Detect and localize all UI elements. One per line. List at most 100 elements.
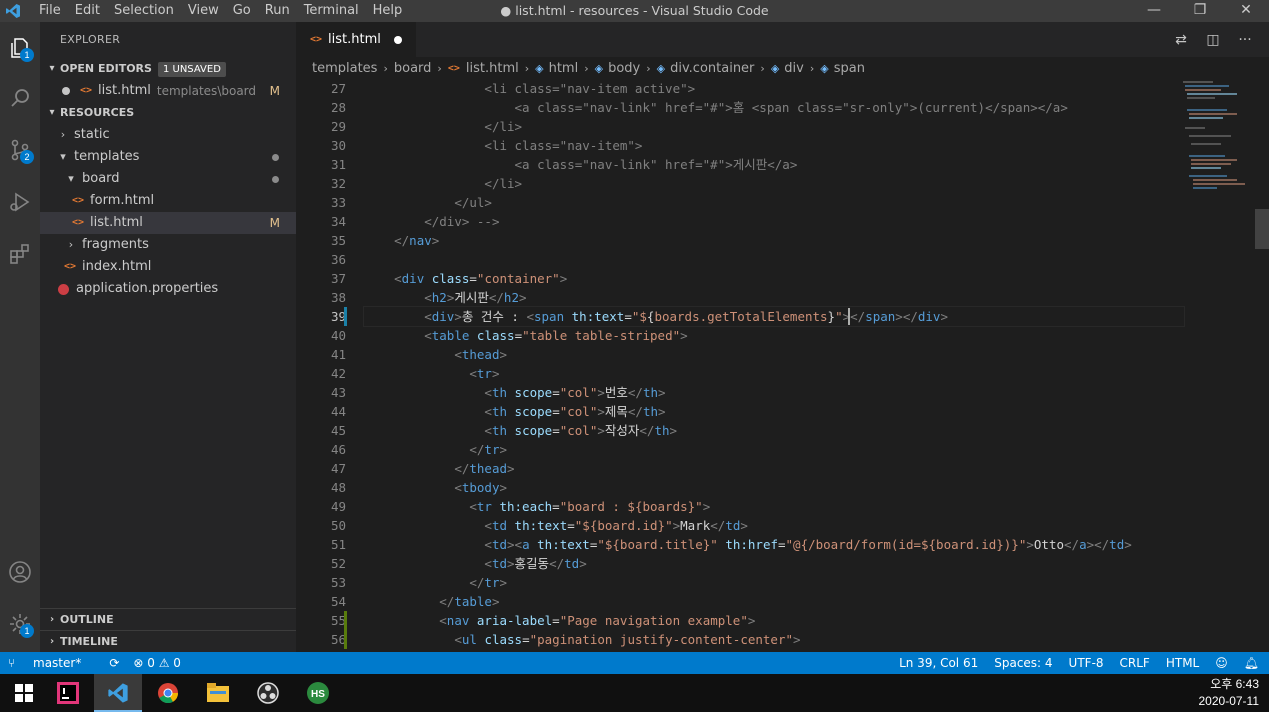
obs-app-icon[interactable]: [244, 674, 292, 712]
outline-section[interactable]: › OUTLINE: [40, 608, 296, 631]
notifications-bell-icon[interactable]: 🔔︎: [1244, 656, 1259, 670]
line-number: 30: [330, 138, 346, 153]
menu-go[interactable]: Go: [226, 0, 258, 22]
code-line: <thead>: [454, 347, 508, 362]
breadcrumb-item[interactable]: list.html: [466, 61, 519, 76]
chevron-right-icon: ›: [68, 238, 74, 251]
code-line: <a class="nav-link" href="#">홈 <span cla…: [514, 100, 1068, 115]
intellij-app-icon[interactable]: [44, 674, 92, 712]
breadcrumb: templates › board › <> list.html › ◈ htm…: [296, 57, 1269, 79]
menu-edit[interactable]: Edit: [68, 0, 107, 22]
open-editors-label: OPEN EDITORS: [60, 62, 152, 75]
element-cube-icon: ◈: [656, 61, 666, 75]
editor-actions: ⇄ ◫ ···: [1165, 22, 1261, 57]
line-number: 48: [330, 480, 346, 495]
breadcrumb-item[interactable]: div: [784, 61, 804, 76]
search-icon[interactable]: [0, 78, 40, 118]
open-editors-header[interactable]: ▾ OPEN EDITORS 1 UNSAVED: [40, 58, 296, 80]
chevron-down-icon: ▾: [68, 172, 74, 185]
tree-item-form-html[interactable]: <> form.html: [40, 190, 296, 212]
extensions-icon[interactable]: [0, 234, 40, 274]
menu-file[interactable]: File: [32, 0, 68, 22]
encoding[interactable]: UTF-8: [1069, 656, 1104, 670]
menu-bar: File Edit Selection View Go Run Terminal…: [32, 0, 409, 22]
breadcrumb-item[interactable]: board: [394, 61, 432, 76]
title-bar: File Edit Selection View Go Run Terminal…: [0, 0, 1269, 22]
tree-item-index-html[interactable]: <> index.html: [40, 256, 296, 278]
breadcrumb-item[interactable]: templates: [312, 61, 377, 76]
open-changes-icon[interactable]: ⇄: [1165, 32, 1197, 48]
tab-label: list.html: [328, 32, 381, 47]
code-lines[interactable]: <li class="nav-item active"> <a class="n…: [363, 79, 1185, 649]
language-mode[interactable]: HTML: [1166, 656, 1199, 670]
menu-terminal[interactable]: Terminal: [297, 0, 366, 22]
settings-badge: 1: [20, 624, 34, 638]
split-editor-icon[interactable]: ◫: [1197, 32, 1229, 48]
menu-selection[interactable]: Selection: [107, 0, 181, 22]
code-line: <td><a th:text="${board.title}" th:href=…: [484, 537, 1132, 552]
minimize-button[interactable]: —: [1131, 0, 1177, 22]
code-line-current: <div>총 건수 : <span th:text="${boards.getT…: [363, 306, 1185, 327]
tree-item-label: static: [74, 127, 110, 142]
vertical-scrollbar[interactable]: [1255, 79, 1269, 652]
cursor-position[interactable]: Ln 39, Col 61: [899, 656, 978, 670]
more-actions-icon[interactable]: ···: [1229, 32, 1261, 48]
line-number: 37: [330, 271, 346, 286]
unsaved-dot-icon[interactable]: [62, 87, 70, 95]
line-number: 47: [330, 461, 346, 476]
code-editor[interactable]: 27 28 29 30 31 32 33 34 35 36 37 38 39 4…: [296, 79, 1269, 652]
resources-header[interactable]: ▾ RESOURCES: [40, 102, 296, 124]
line-number: 27: [330, 81, 346, 96]
svg-text:HS: HS: [311, 689, 325, 700]
code-line: <h2>게시판</h2>: [424, 290, 527, 305]
tree-item-fragments[interactable]: › fragments: [40, 234, 296, 256]
accounts-icon[interactable]: [0, 552, 40, 592]
timeline-section[interactable]: › TIMELINE: [40, 630, 296, 653]
line-ending[interactable]: CRLF: [1120, 656, 1150, 670]
added-line-marker: [344, 611, 347, 630]
vscode-app-icon[interactable]: [94, 674, 142, 712]
feedback-icon[interactable]: ☺: [1215, 656, 1228, 670]
breadcrumb-item[interactable]: span: [834, 61, 865, 76]
breadcrumb-item[interactable]: div.container: [670, 61, 754, 76]
sync-icon[interactable]: ⟳: [109, 656, 119, 670]
source-control-icon[interactable]: 2: [0, 130, 40, 170]
indentation[interactable]: Spaces: 4: [994, 656, 1052, 670]
menu-run[interactable]: Run: [258, 0, 297, 22]
windows-start-icon[interactable]: [0, 674, 48, 712]
taskbar-clock[interactable]: 오후 6:43 2020-07-11: [1199, 676, 1260, 710]
tree-item-board[interactable]: ▾ board: [40, 168, 296, 190]
minimap[interactable]: [1179, 79, 1255, 219]
chrome-app-icon[interactable]: [144, 674, 192, 712]
menu-view[interactable]: View: [181, 0, 226, 22]
menu-help[interactable]: Help: [366, 0, 410, 22]
line-number: 35: [330, 233, 346, 248]
breadcrumb-item[interactable]: body: [608, 61, 640, 76]
line-number: 56: [330, 632, 346, 647]
tree-item-static[interactable]: › static: [40, 124, 296, 146]
tree-item-label: application.properties: [76, 281, 219, 296]
close-button[interactable]: ✕: [1223, 0, 1269, 22]
explorer-icon[interactable]: 1: [0, 28, 40, 68]
line-number: 31: [330, 157, 346, 172]
unsaved-dot-icon[interactable]: [394, 36, 402, 44]
manage-gear-icon[interactable]: 1: [0, 604, 40, 644]
line-number: 38: [330, 290, 346, 305]
breadcrumb-item[interactable]: html: [549, 61, 579, 76]
scrollbar-thumb[interactable]: [1255, 209, 1269, 249]
chevron-down-icon: ▾: [60, 150, 66, 163]
run-debug-icon[interactable]: [0, 182, 40, 222]
line-number: 41: [330, 347, 346, 362]
tree-item-list-html[interactable]: <> list.html M: [40, 212, 296, 234]
line-number-gutter: 27 28 29 30 31 32 33 34 35 36 37 38 39 4…: [296, 79, 346, 649]
open-editor-item[interactable]: <> list.html templates\board M: [40, 80, 296, 102]
hs-app-icon[interactable]: HS: [294, 674, 342, 712]
restore-button[interactable]: ❐: [1177, 0, 1223, 22]
file-explorer-app-icon[interactable]: [194, 674, 242, 712]
tree-item-application-properties[interactable]: application.properties: [40, 278, 296, 300]
tab-list-html[interactable]: <> list.html: [296, 22, 416, 57]
tree-item-templates[interactable]: ▾ templates: [40, 146, 296, 168]
element-cube-icon: ◈: [594, 61, 604, 75]
problems-indicator[interactable]: ⊗ 0 ⚠ 0: [133, 656, 181, 670]
branch-indicator[interactable]: ⑂ master*: [8, 656, 95, 670]
